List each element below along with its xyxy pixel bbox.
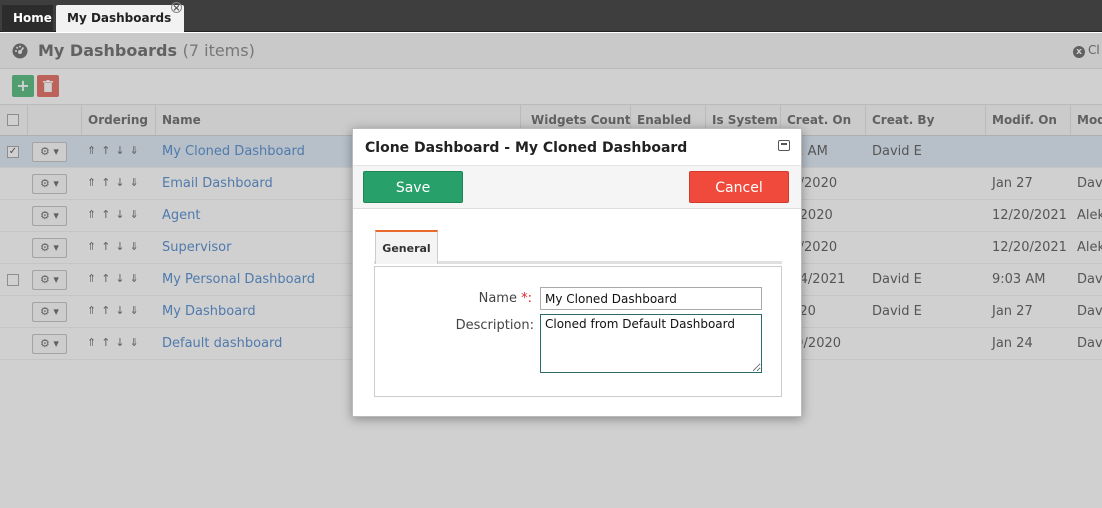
tab-bar: Home My Dashboards ×	[0, 0, 1102, 32]
general-panel: Name *: Description: Cloned from Default…	[374, 266, 782, 397]
close-icon[interactable]: ×	[171, 2, 182, 14]
description-label: Description:	[455, 318, 534, 333]
cancel-button[interactable]: Cancel	[689, 171, 789, 203]
save-button[interactable]: Save	[363, 171, 463, 203]
clone-dashboard-dialog: Clone Dashboard - My Cloned Dashboard Sa…	[352, 128, 802, 417]
name-label: Name *:	[392, 291, 532, 306]
dialog-tabs: General	[374, 230, 782, 264]
tab-general[interactable]: General	[375, 230, 438, 264]
tab-label: My Dashboards	[67, 11, 172, 25]
dialog-button-bar: Save Cancel	[353, 165, 801, 209]
dialog-title: Clone Dashboard - My Cloned Dashboard	[365, 140, 688, 156]
name-input[interactable]	[540, 287, 762, 310]
description-textarea[interactable]: Cloned from Default Dashboard	[540, 314, 762, 373]
name-label-text: Name	[478, 291, 517, 306]
maximize-icon[interactable]	[778, 140, 790, 151]
tab-my-dashboards[interactable]: My Dashboards ×	[56, 2, 184, 32]
tab-home[interactable]: Home	[2, 5, 53, 32]
name-label-colon: :	[527, 291, 532, 306]
